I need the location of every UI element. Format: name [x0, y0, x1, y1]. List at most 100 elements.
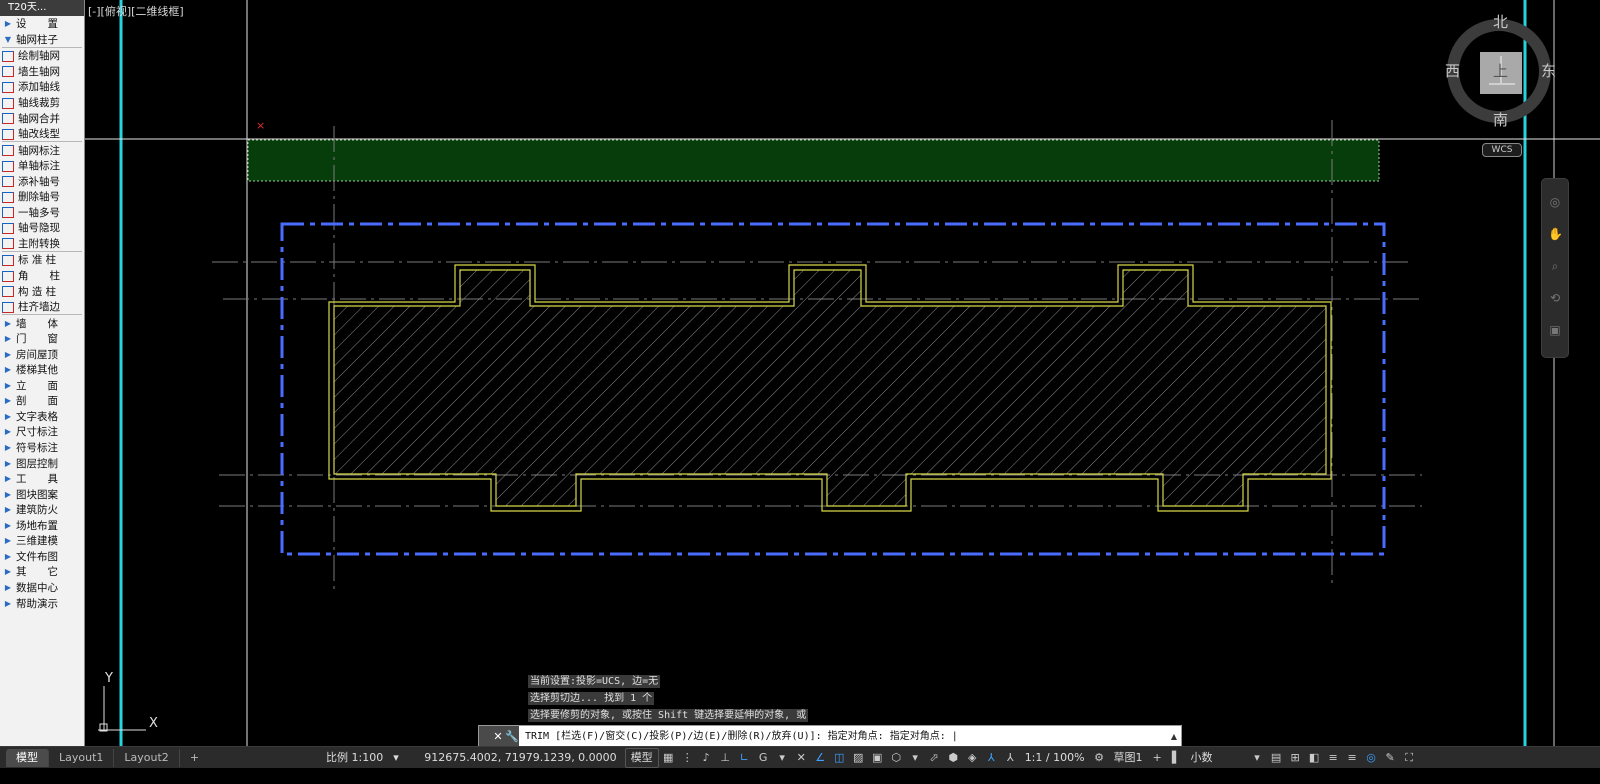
units-dropdown-icon[interactable]: ▾	[1249, 749, 1266, 767]
coordinates-readout[interactable]: 912675.4002, 71979.1239, 0.0000	[419, 749, 621, 767]
palette-item[interactable]: ▶ 墙 体	[0, 315, 84, 331]
annotation-monitor-icon[interactable]: ◈	[964, 749, 981, 767]
wcs-menu[interactable]: WCS	[1482, 143, 1522, 157]
palette-item[interactable]: ▶ 文件布图	[0, 549, 84, 565]
palette-item[interactable]: ▶ 尺寸标注	[0, 424, 84, 440]
settings-gear-icon[interactable]: ⚙	[1091, 749, 1108, 767]
command-history-expand-icon[interactable]: ▲	[1167, 732, 1181, 741]
command-input[interactable]: TRIM [栏选(F)/窗交(C)/投影(P)/边(E)/删除(R)/放弃(U)…	[519, 726, 1167, 747]
pan-icon[interactable]: ✋	[1548, 227, 1563, 241]
object-snap-icon[interactable]: ∠	[812, 749, 829, 767]
palette-item[interactable]: 一轴多号	[0, 205, 84, 221]
snap-icon[interactable]: ⋮	[679, 749, 696, 767]
palette-item[interactable]: 标 准 柱	[0, 252, 84, 268]
tab-layout1[interactable]: Layout1	[49, 749, 115, 767]
palette-item[interactable]: 角 柱	[0, 268, 84, 284]
zoom-icon[interactable]: ⌕	[1548, 259, 1562, 273]
viewcube-east[interactable]: 东	[1541, 60, 1556, 81]
palette-item[interactable]: ▶ 剖 面	[0, 393, 84, 409]
lock-ui-icon[interactable]: ⊞	[1287, 749, 1304, 767]
palette-item[interactable]: ▶ 门 窗	[0, 331, 84, 347]
fullscreen-icon[interactable]: ⛶	[1401, 749, 1418, 767]
palette-item[interactable]: 轴网标注	[0, 142, 84, 158]
viewcube-top-face[interactable]: 上	[1493, 60, 1508, 81]
customize-wrench-icon[interactable]: 🔧	[505, 726, 519, 747]
ortho-icon[interactable]: ∟	[736, 749, 753, 767]
object-snap-tracking-icon[interactable]: ✕	[793, 749, 810, 767]
hardware-acceleration-icon[interactable]: ≡	[1325, 749, 1342, 767]
palette-item[interactable]: ▶ 建筑防火	[0, 502, 84, 518]
world-icon[interactable]: ◎	[1363, 749, 1380, 767]
palette-item[interactable]: ▶ 工 具	[0, 471, 84, 487]
palette-item[interactable]: 墙生轴网	[0, 64, 84, 80]
3d-snap-icon[interactable]: ⬡	[888, 749, 905, 767]
clean-screen-icon[interactable]: ≡	[1344, 749, 1361, 767]
steering-wheel-icon[interactable]: ◎	[1548, 195, 1562, 209]
palette-item[interactable]: 添加轴线	[0, 79, 84, 95]
palette-item[interactable]: ▶ 三维建模	[0, 533, 84, 549]
close-icon[interactable]: ✕	[491, 726, 505, 747]
lineweight-icon[interactable]: ◫	[831, 749, 848, 767]
palette-item[interactable]: 单轴标注	[0, 158, 84, 174]
transparency-icon[interactable]: ▨	[850, 749, 867, 767]
polar-icon[interactable]: G	[755, 749, 772, 767]
gizmo-icon[interactable]: ⬀	[926, 749, 943, 767]
tab-layout2[interactable]: Layout2	[114, 749, 180, 767]
filter-icon[interactable]: ▾	[907, 749, 924, 767]
annotation-scale[interactable]: 1:1 / 100%	[1020, 749, 1090, 767]
viewport-label[interactable]: [-][俯视][二维线框]	[88, 3, 184, 19]
palette-item[interactable]: ▶ 楼梯其他	[0, 362, 84, 378]
viewcube-north[interactable]: 北	[1493, 11, 1508, 32]
auto-scale-icon[interactable]: ⅄	[1002, 749, 1019, 767]
tab-model[interactable]: 模型	[6, 749, 49, 767]
annotation-visibility-icon[interactable]: ⅄	[983, 749, 1000, 767]
add-icon[interactable]: +	[1149, 749, 1166, 767]
palette-item[interactable]: ▶ 设 置	[0, 16, 84, 32]
isolate-icon[interactable]: ◧	[1306, 749, 1323, 767]
status-bar: 模型 Layout1 Layout2 + 比例 1:100 ▾ 912675.4…	[0, 746, 1600, 769]
ucs-dynamic-icon[interactable]: ⬢	[945, 749, 962, 767]
palette-item[interactable]: ▶ 其 它	[0, 564, 84, 580]
palette-item[interactable]: ▶ 场地布置	[0, 518, 84, 534]
palette-item[interactable]: ▼ 轴网柱子	[0, 32, 84, 48]
selection-cycling-icon[interactable]: ▣	[869, 749, 886, 767]
scale-dropdown-icon[interactable]: ▾	[388, 749, 405, 767]
palette-item[interactable]: 删除轴号	[0, 189, 84, 205]
palette-item[interactable]: ▶ 数据中心	[0, 580, 84, 596]
palette-item-label: 添加轴线	[18, 81, 60, 94]
palette-item[interactable]: ▶ 图块图案	[0, 486, 84, 502]
isodraft-icon[interactable]: ▾	[774, 749, 791, 767]
workspace-switch[interactable]: 草图1	[1109, 749, 1148, 767]
palette-item[interactable]: 轴网合并	[0, 110, 84, 126]
add-layout-button[interactable]: +	[180, 749, 209, 767]
grid-icon[interactable]: ▦	[660, 749, 677, 767]
viewcube-south[interactable]: 南	[1493, 109, 1508, 130]
infer-icon[interactable]: ♪	[698, 749, 715, 767]
notification-icon[interactable]: ✎	[1382, 749, 1399, 767]
palette-item[interactable]: ▶ 图层控制	[0, 455, 84, 471]
palette-item[interactable]: ▶ 房间屋顶	[0, 346, 84, 362]
palette-item[interactable]: ▶ 符号标注	[0, 440, 84, 456]
palette-item[interactable]: 柱齐墙边	[0, 299, 84, 315]
palette-item[interactable]: 添补轴号	[0, 173, 84, 189]
palette-title[interactable]: T20天...	[0, 0, 84, 16]
drawing-scale[interactable]: 比例 1:100	[321, 749, 388, 767]
command-line-grip[interactable]	[479, 726, 491, 747]
palette-item[interactable]: ▶ 文字表格	[0, 409, 84, 425]
palette-item[interactable]: 绘制轴网	[0, 48, 84, 64]
quick-properties-icon[interactable]: ▤	[1268, 749, 1285, 767]
palette-item[interactable]: 主附转换	[0, 236, 84, 252]
showmotion-icon[interactable]: ▣	[1548, 323, 1562, 337]
units-selector[interactable]: 小数	[1186, 749, 1248, 767]
drawing-canvas[interactable]: × Y X	[85, 0, 1600, 762]
palette-item[interactable]: ▶ 立 面	[0, 378, 84, 394]
palette-item[interactable]: 轴改线型	[0, 126, 84, 142]
palette-item[interactable]: ▶ 帮助演示	[0, 595, 84, 611]
palette-item[interactable]: 构 造 柱	[0, 283, 84, 299]
dynamic-input-icon[interactable]: ⊥	[717, 749, 734, 767]
palette-item[interactable]: 轴号隐现	[0, 220, 84, 236]
model-space-toggle[interactable]: 模型	[624, 748, 659, 768]
orbit-icon[interactable]: ⟲	[1548, 291, 1562, 305]
viewcube-west[interactable]: 西	[1445, 60, 1460, 81]
palette-item[interactable]: 轴线裁剪	[0, 95, 84, 111]
